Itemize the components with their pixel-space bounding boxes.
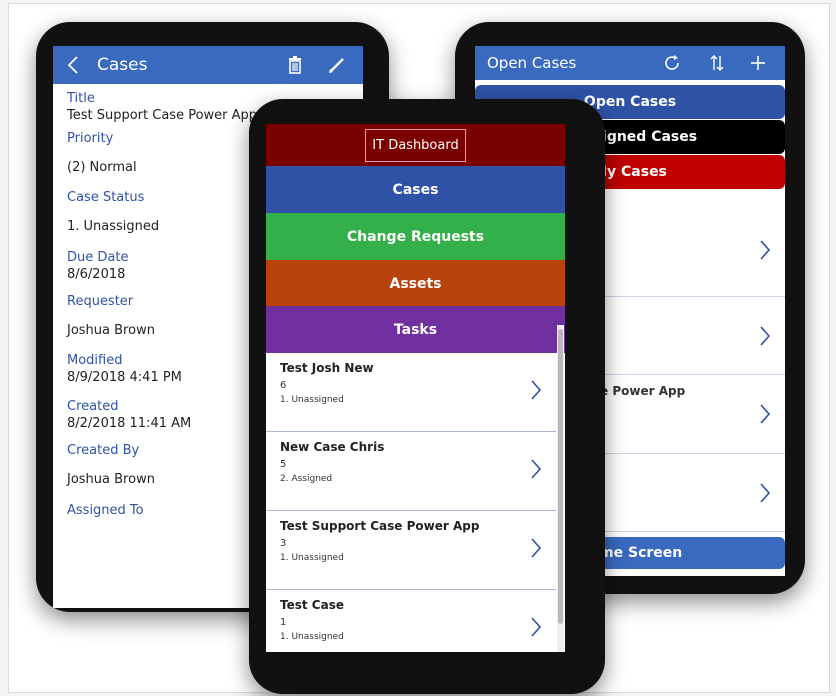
- tile-assets[interactable]: Assets: [266, 260, 565, 307]
- dashboard-screen: IT Dashboard Cases Change Requests Asset…: [266, 124, 565, 652]
- plus-icon[interactable]: [747, 46, 769, 80]
- open-cases-title: Open Cases: [487, 54, 577, 72]
- case-detail-form: Title Test Support Case Power App Priori…: [53, 84, 363, 518]
- case-status: 2. Assigned: [280, 474, 333, 484]
- case-number: 1: [280, 617, 287, 628]
- field-assigned-to: Assigned To: [67, 502, 144, 519]
- field-value[interactable]: Test Support Case Power App: [67, 107, 257, 124]
- field-title: Title Test Support Case Power App: [67, 90, 257, 124]
- field-label: Created By: [67, 443, 140, 458]
- case-list-item[interactable]: Test Support Case Power App 3 1. Unassig…: [266, 511, 556, 590]
- field-value[interactable]: (2) Normal: [67, 159, 137, 176]
- chevron-right-icon: [531, 459, 542, 479]
- case-detail-header: Cases: [53, 46, 363, 84]
- dashboard-header: IT Dashboard: [266, 124, 565, 166]
- trash-icon[interactable]: [285, 46, 305, 84]
- chevron-right-icon: [531, 538, 542, 558]
- chevron-right-icon: [531, 617, 542, 637]
- tile-change-requests[interactable]: Change Requests: [266, 213, 565, 260]
- field-label: Created: [67, 399, 119, 414]
- case-number: 3: [280, 538, 287, 549]
- sort-icon[interactable]: [707, 46, 727, 80]
- case-status: 1. Unassigned: [280, 553, 344, 563]
- chevron-right-icon: [760, 240, 771, 260]
- case-number: 5: [280, 459, 287, 470]
- field-priority: Priority (2) Normal: [67, 130, 137, 176]
- screenshot-canvas: Cases Title Test Support Case Power App …: [8, 3, 830, 694]
- chevron-right-icon: [760, 404, 771, 424]
- field-value[interactable]: 1. Unassigned: [67, 218, 159, 235]
- field-label: Priority: [67, 131, 114, 146]
- open-cases-header: Open Cases: [475, 46, 785, 80]
- case-detail-title: Cases: [97, 55, 148, 75]
- field-value[interactable]: 8/6/2018: [67, 266, 128, 283]
- field-label: Requester: [67, 294, 134, 309]
- field-created-by: Created By Joshua Brown: [67, 442, 155, 488]
- field-label: Case Status: [67, 190, 145, 205]
- pencil-icon[interactable]: [325, 46, 349, 84]
- field-value: Joshua Brown: [67, 472, 155, 487]
- case-title: Test Support Case Power App: [280, 519, 480, 533]
- field-due-date: Due Date 8/6/2018: [67, 249, 128, 283]
- chevron-right-icon: [760, 326, 771, 346]
- field-label: Modified: [67, 353, 123, 368]
- field-case-status: Case Status 1. Unassigned: [67, 189, 159, 235]
- chevron-right-icon: [760, 483, 771, 503]
- tile-tasks[interactable]: Tasks: [266, 306, 565, 353]
- case-number: 6: [280, 380, 287, 391]
- field-label: Title: [67, 91, 95, 106]
- chevron-left-icon[interactable]: [63, 46, 83, 84]
- case-title: Test Josh New: [280, 361, 374, 375]
- field-value[interactable]: Joshua Brown: [67, 322, 155, 339]
- field-modified: Modified 8/9/2018 4:41 PM: [67, 352, 182, 386]
- field-label: Assigned To: [67, 503, 144, 518]
- case-list-item[interactable]: New Case Chris 5 2. Assigned: [266, 432, 556, 511]
- dashboard-phone: IT Dashboard Cases Change Requests Asset…: [249, 99, 605, 694]
- case-status: 1. Unassigned: [280, 395, 344, 405]
- refresh-icon[interactable]: [661, 46, 683, 80]
- field-value: 8/2/2018 11:41 AM: [67, 416, 192, 431]
- field-created: Created 8/2/2018 11:41 AM: [67, 398, 191, 432]
- case-list-item[interactable]: Test Case 1 1. Unassigned: [266, 590, 556, 652]
- field-value: 8/9/2018 4:41 PM: [67, 370, 182, 385]
- field-label: Due Date: [67, 250, 129, 265]
- case-list-item[interactable]: Test Josh New 6 1. Unassigned: [266, 353, 556, 432]
- scrollbar-thumb[interactable]: [558, 329, 563, 624]
- case-title: Test Case: [280, 598, 344, 612]
- case-status: 1. Unassigned: [280, 632, 344, 642]
- case-title: New Case Chris: [280, 440, 385, 454]
- field-requester: Requester Joshua Brown: [67, 293, 155, 339]
- dashboard-title: IT Dashboard: [365, 128, 466, 162]
- chevron-right-icon: [531, 380, 542, 400]
- tile-cases[interactable]: Cases: [266, 166, 565, 213]
